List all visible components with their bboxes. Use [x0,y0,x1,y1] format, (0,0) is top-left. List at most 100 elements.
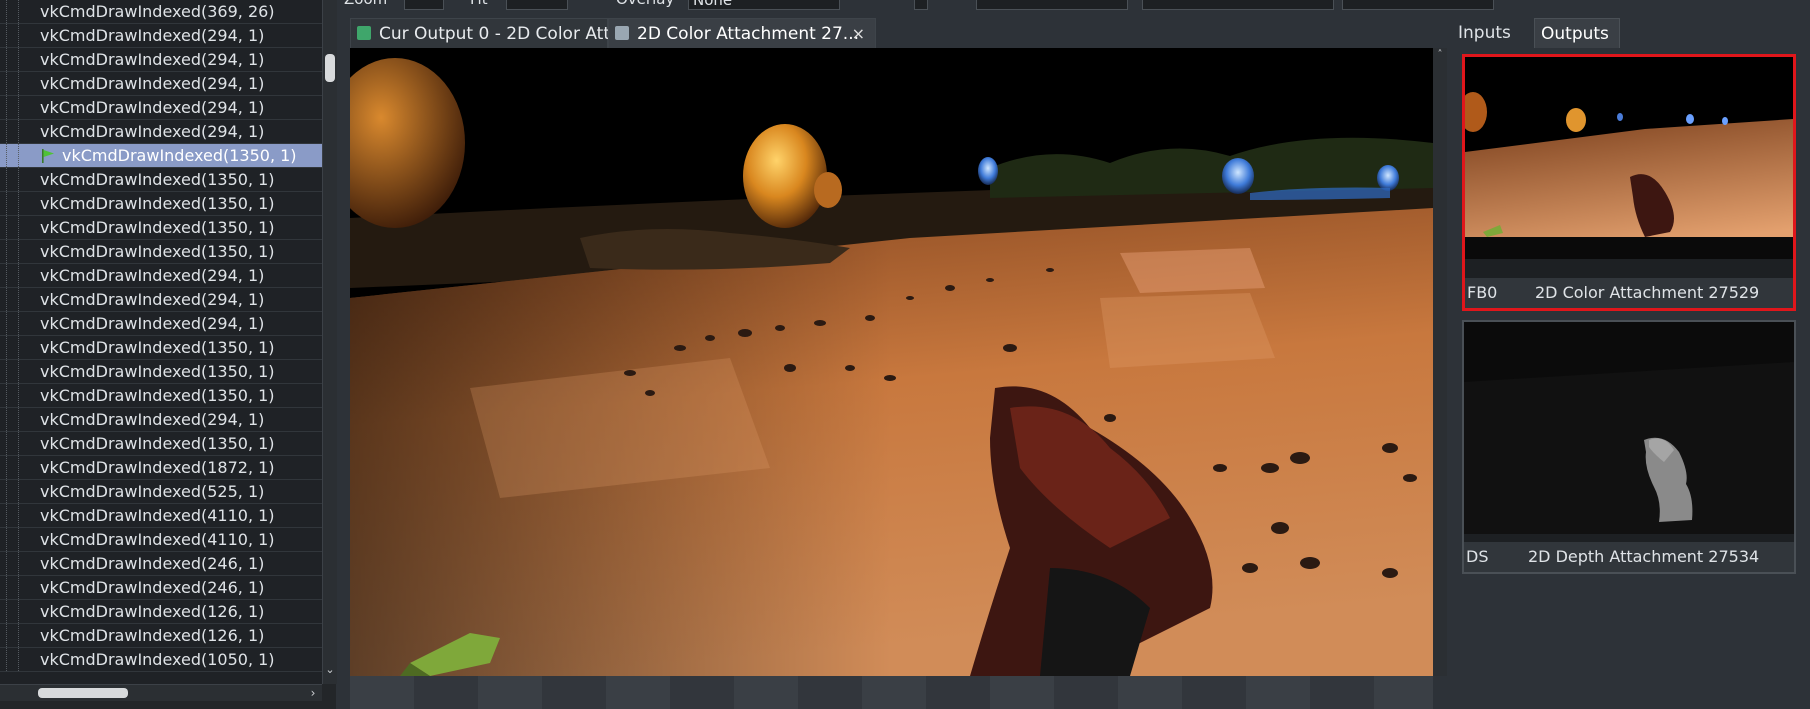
event-label: vkCmdDrawIndexed(4110, 1) [40,506,275,525]
event-row[interactable]: vkCmdDrawIndexed(294, 1) [0,96,322,120]
event-browser: vkCmdDrawIndexed(369, 26) vkCmdDrawIndexe… [0,0,337,709]
event-row[interactable]: vkCmdDrawIndexed(294, 1) [0,72,322,96]
event-row[interactable]: vkCmdDrawIndexed(294, 1) [0,48,322,72]
tree-guide-line [6,648,7,671]
event-row[interactable]: vkCmdDrawIndexed(1050, 1) [0,648,322,672]
event-row[interactable]: vkCmdDrawIndexed(294, 1) [0,312,322,336]
event-row[interactable]: vkCmdDrawIndexed(4110, 1) [0,528,322,552]
tree-guide-line [6,408,7,431]
texture-viewport[interactable] [350,48,1433,676]
event-row[interactable]: vkCmdDrawIndexed(126, 1) [0,600,322,624]
overlay-label: Overlay [616,0,674,8]
tree-guide-line [6,576,7,599]
tab-inputs[interactable]: Inputs [1452,18,1534,48]
event-label: vkCmdDrawIndexed(126, 1) [40,602,265,621]
event-list-vertical-scrollbar[interactable]: ⌄ [322,0,337,684]
event-label: vkCmdDrawIndexed(1350, 1) [40,362,275,381]
event-label: vkCmdDrawIndexed(294, 1) [40,122,265,141]
event-row[interactable]: vkCmdDrawIndexed(369, 26) [0,0,322,24]
event-label: vkCmdDrawIndexed(1350, 1) [40,434,275,453]
event-row[interactable]: vkCmdDrawIndexed(1350, 1) [0,216,322,240]
event-label: vkCmdDrawIndexed(369, 26) [40,2,275,21]
color-attachment-preview [1465,57,1793,259]
range-max-input[interactable] [1342,0,1494,10]
close-icon[interactable]: × [852,19,865,49]
event-label: vkCmdDrawIndexed(525, 1) [40,482,265,501]
event-row[interactable]: vkCmdDrawIndexed(1350, 1) [0,336,322,360]
event-row[interactable]: vkCmdDrawIndexed(1350, 1) [0,192,322,216]
tree-guide-line [18,72,19,95]
tree-guide-line [6,72,7,95]
viewport-vertical-scrollbar[interactable]: ˄ [1433,48,1447,676]
event-label: vkCmdDrawIndexed(1350, 1) [40,242,275,261]
zoom-input[interactable] [404,0,444,10]
event-label: vkCmdDrawIndexed(1350, 1) [62,146,297,165]
tree-guide-line [18,96,19,119]
tree-guide-line [6,384,7,407]
tree-guide-line [6,504,7,527]
event-row[interactable]: vkCmdDrawIndexed(1350, 1) [0,432,322,456]
event-row[interactable]: vkCmdDrawIndexed(1350, 1) [0,384,322,408]
scrollbar-thumb[interactable] [325,54,335,82]
zoom-dropdown[interactable] [506,0,568,10]
event-row[interactable]: vkCmdDrawIndexed(294, 1) [0,120,322,144]
event-label: vkCmdDrawIndexed(126, 1) [40,626,265,645]
tree-guide-line [18,360,19,383]
scrollbar-thumb[interactable] [38,688,128,698]
fit-label[interactable]: Fit [470,0,488,8]
tree-guide-line [18,264,19,287]
resource-thumbnail-panel: Inputs Outputs FB0 2D Color Attachment 2… [1452,18,1810,709]
tree-guide-line [18,48,19,71]
event-row[interactable]: vkCmdDrawIndexed(1350, 1) [0,168,322,192]
event-label: vkCmdDrawIndexed(4110, 1) [40,530,275,549]
thumbnail-color-attachment[interactable]: FB0 2D Color Attachment 27529 [1462,54,1796,311]
event-row[interactable]: vkCmdDrawIndexed(525, 1) [0,480,322,504]
event-row[interactable]: vkCmdDrawIndexed(1350, 1) [0,144,322,168]
event-row[interactable]: vkCmdDrawIndexed(1350, 1) [0,360,322,384]
tree-guide-line [18,600,19,623]
event-row[interactable]: vkCmdDrawIndexed(246, 1) [0,552,322,576]
flag-icon [42,149,54,163]
checkerboard-background [350,676,1433,709]
slot-name: FB0 [1467,283,1498,302]
range-slider[interactable] [1142,0,1334,10]
event-row[interactable]: vkCmdDrawIndexed(294, 1) [0,24,322,48]
tree-guide-line [18,288,19,311]
tab-color-attachment[interactable]: 2D Color Attachment 27... × [608,18,876,48]
texture-output-icon [357,26,371,40]
event-row[interactable]: vkCmdDrawIndexed(294, 1) [0,408,322,432]
scroll-right-arrow-icon[interactable]: › [306,686,320,700]
overlay-dropdown[interactable]: None [688,0,840,10]
tree-guide-line [18,552,19,575]
event-label: vkCmdDrawIndexed(294, 1) [40,410,265,429]
scroll-up-arrow-icon[interactable]: ˄ [1434,49,1446,60]
tree-guide-line [18,144,19,167]
event-label: vkCmdDrawIndexed(294, 1) [40,290,265,309]
tab-current-output[interactable]: Cur Output 0 - 2D Color Att... [350,18,626,48]
tab-label: Cur Output 0 - 2D Color Att... [379,24,627,44]
tree-guide-line [18,456,19,479]
tree-guide-line [6,288,7,311]
thumbnail-depth-attachment[interactable]: DS 2D Depth Attachment 27534 [1462,320,1796,574]
event-label: vkCmdDrawIndexed(294, 1) [40,74,265,93]
event-row[interactable]: vkCmdDrawIndexed(4110, 1) [0,504,322,528]
event-list-horizontal-scrollbar[interactable]: › [0,684,322,701]
event-row[interactable]: vkCmdDrawIndexed(294, 1) [0,264,322,288]
scroll-down-arrow-icon[interactable]: ⌄ [324,664,336,676]
event-list: vkCmdDrawIndexed(369, 26) vkCmdDrawIndexe… [0,0,322,684]
tree-guide-line [6,168,7,191]
event-row[interactable]: vkCmdDrawIndexed(1872, 1) [0,456,322,480]
event-row[interactable]: vkCmdDrawIndexed(126, 1) [0,624,322,648]
tree-guide-line [6,432,7,455]
event-row[interactable]: vkCmdDrawIndexed(294, 1) [0,288,322,312]
tab-outputs[interactable]: Outputs [1534,18,1620,48]
tree-guide-line [18,120,19,143]
toolbar-separator [914,0,928,10]
tree-guide-line [6,456,7,479]
event-row[interactable]: vkCmdDrawIndexed(1350, 1) [0,240,322,264]
event-label: vkCmdDrawIndexed(1050, 1) [40,650,275,669]
resource-name: 2D Color Attachment 27529 [1535,283,1760,302]
tree-guide-line [6,600,7,623]
event-row[interactable]: vkCmdDrawIndexed(246, 1) [0,576,322,600]
range-min-input[interactable] [976,0,1128,10]
